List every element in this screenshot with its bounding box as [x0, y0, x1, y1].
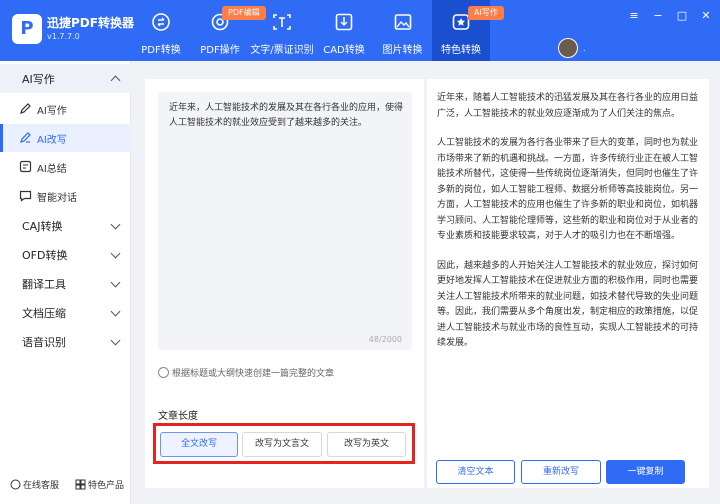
online-service-link[interactable]: 在线客服	[10, 478, 59, 491]
nav-text-recognition[interactable]: 文字/票证识别	[249, 0, 315, 61]
app-logo: P	[12, 14, 42, 44]
chevron-up-icon	[110, 75, 121, 86]
output-paragraph: 因此，越来越多的人开始关注人工智能技术的就业效应，探讨如何更好地发挥人工智能技术…	[437, 260, 699, 349]
nav-pdf-convert[interactable]: PDF转换	[131, 0, 191, 61]
sidebar-group-ofd[interactable]: OFD转换	[0, 240, 131, 269]
input-text[interactable]: 近年来，人工智能技术的发展及其在各行各业的应用，使得人工智能技术的就业效应受到了…	[169, 101, 405, 131]
pen-icon	[20, 103, 31, 114]
rewrite-again-button[interactable]: 重新改写	[521, 460, 601, 484]
nav-label: CAD转换	[323, 45, 365, 56]
chat-icon	[19, 190, 32, 202]
sidebar-group-translate[interactable]: 翻译工具	[0, 269, 131, 298]
headset-icon	[10, 479, 21, 490]
close-icon[interactable]: ✕	[699, 9, 713, 23]
nav-image-convert[interactable]: 图片转换	[373, 0, 432, 61]
sidebar-item-label: AI写作	[37, 106, 67, 117]
create-article-hint[interactable]: 根据标题或大纲快速创建一篇完整的文章	[158, 366, 334, 379]
sidebar-item-label: AI改写	[37, 135, 67, 146]
sidebar-group-label: AI写作	[22, 73, 55, 86]
image-convert-icon	[394, 14, 411, 30]
chevron-down-icon	[110, 219, 121, 230]
chevron-down-icon	[110, 277, 121, 288]
summary-icon	[19, 160, 32, 173]
rewrite-icon	[20, 132, 31, 143]
sidebar-group-label: OFD转换	[22, 249, 68, 262]
sidebar-group-label: 文档压缩	[22, 307, 66, 320]
clear-text-button[interactable]: 清空文本	[436, 460, 515, 484]
avatar-dropdown[interactable]: .	[583, 44, 586, 53]
output-panel: 近年来，随着人工智能技术的迅猛发展及其在各行各业的应用日益广泛，人工智能技术的就…	[427, 79, 709, 488]
top-bar: P 迅捷PDF转换器 v1.7.7.0 PDF转换 PDF操作 PDF编辑 文字…	[0, 0, 720, 61]
input-editor[interactable]: 近年来，人工智能技术的发展及其在各行各业的应用，使得人工智能技术的就业效应受到了…	[158, 92, 412, 350]
sidebar-item-ai-summary[interactable]: AI总结	[0, 153, 131, 181]
sidebar-group-caj[interactable]: CAJ转换	[0, 211, 131, 240]
hint-text: 根据标题或大纲快速创建一篇完整的文章	[172, 369, 335, 379]
nav-label: PDF转换	[141, 45, 181, 56]
sidebar-group-speech[interactable]: 语音识别	[0, 327, 131, 356]
ai-writing-badge: AI写作	[468, 6, 504, 20]
chevron-down-icon	[110, 306, 121, 317]
app-version: v1.7.7.0	[47, 32, 80, 41]
nav-cad-convert[interactable]: CAD转换	[315, 0, 373, 61]
cad-convert-icon	[335, 13, 353, 31]
featured-products-link[interactable]: 特色产品	[75, 478, 124, 491]
sidebar-item-label: 智能对话	[37, 193, 77, 204]
app-name: 迅捷PDF转换器	[47, 16, 134, 30]
sidebar-group-label: 语音识别	[22, 336, 66, 349]
nav-label: 图片转换	[382, 45, 423, 56]
nav-label: PDF操作	[200, 45, 240, 56]
menu-icon[interactable]: ≡	[627, 9, 641, 23]
output-paragraph: 近年来，随着人工智能技术的迅猛发展及其在各行各业的应用日益广泛，人工智能技术的就…	[437, 93, 699, 119]
maximize-icon[interactable]: □	[675, 9, 689, 23]
output-paragraph: 人工智能技术的发展为各行各业带来了巨大的变革，同时也为就业市场带来了新的机遇和挑…	[437, 138, 699, 241]
grid-icon	[75, 479, 86, 490]
chevron-down-icon	[110, 248, 121, 259]
nav-label: 文字/票证识别	[250, 45, 314, 56]
magic-icon	[158, 367, 169, 378]
sidebar-group-ai-writing[interactable]: AI写作	[0, 64, 131, 93]
sidebar-group-compress[interactable]: 文档压缩	[0, 298, 131, 327]
text-recognition-icon	[273, 14, 291, 30]
user-avatar[interactable]	[558, 38, 578, 58]
nav-label: 特色转换	[441, 45, 481, 56]
sidebar-item-ai-writing[interactable]: AI写作	[0, 95, 131, 123]
char-count: 48/2000	[368, 335, 402, 344]
featured-products-label: 特色产品	[88, 481, 125, 491]
sidebar-item-ai-rewrite[interactable]: AI改写	[0, 124, 131, 152]
minimize-icon[interactable]: −	[651, 9, 665, 23]
sidebar-group-label: 翻译工具	[22, 278, 66, 291]
sidebar-item-label: AI总结	[37, 164, 67, 175]
online-service-label: 在线客服	[23, 481, 60, 491]
article-length-label: 文章长度	[158, 411, 198, 422]
pdf-convert-icon	[152, 13, 170, 31]
output-text: 近年来，随着人工智能技术的迅猛发展及其在各行各业的应用日益广泛，人工智能技术的就…	[437, 91, 699, 366]
sidebar-item-smart-chat[interactable]: 智能对话	[0, 182, 131, 210]
sidebar-group-label: CAJ转换	[22, 220, 63, 233]
copy-all-button[interactable]: 一键复制	[606, 460, 685, 484]
highlight-box	[153, 423, 415, 464]
chevron-down-icon	[110, 335, 121, 346]
